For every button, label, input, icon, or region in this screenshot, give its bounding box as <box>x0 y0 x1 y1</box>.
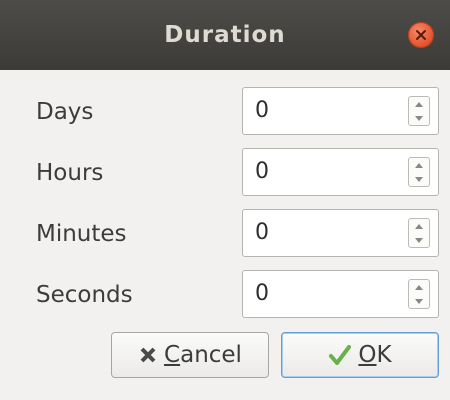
cancel-mnemonic: C <box>164 342 181 368</box>
checkmark-icon <box>329 345 352 365</box>
close-icon <box>416 30 426 40</box>
ok-label-rest: K <box>376 342 392 368</box>
seconds-value[interactable]: 0 <box>255 271 269 317</box>
ok-mnemonic: O <box>358 342 377 368</box>
minutes-label: Minutes <box>36 221 127 247</box>
hours-spin-buttons[interactable] <box>408 157 430 187</box>
cancel-label-rest: ancel <box>180 342 242 368</box>
hours-label: Hours <box>36 160 104 186</box>
days-spin-buttons[interactable] <box>408 96 430 126</box>
ok-button[interactable]: OK <box>281 332 439 378</box>
minutes-spinbox[interactable]: 0 <box>242 209 439 257</box>
minutes-spin-buttons[interactable] <box>408 218 430 248</box>
ok-button-label: OK <box>358 342 391 368</box>
days-row: Days 0 <box>0 87 450 137</box>
days-spinbox[interactable]: 0 <box>242 87 439 135</box>
close-button[interactable] <box>408 22 434 48</box>
hours-spinbox[interactable]: 0 <box>242 148 439 196</box>
days-value[interactable]: 0 <box>255 88 269 134</box>
chevron-up-icon[interactable] <box>413 160 425 172</box>
x-icon <box>140 347 156 363</box>
cancel-button-label: Cancel <box>164 342 242 368</box>
seconds-label: Seconds <box>36 282 133 308</box>
minutes-row: Minutes 0 <box>0 209 450 259</box>
title-bar[interactable]: Duration <box>0 0 450 70</box>
minutes-value[interactable]: 0 <box>255 210 269 256</box>
hours-row: Hours 0 <box>0 148 450 198</box>
seconds-spinbox[interactable]: 0 <box>242 270 439 318</box>
window-title: Duration <box>164 22 286 48</box>
chevron-up-icon[interactable] <box>413 282 425 294</box>
cancel-button[interactable]: Cancel <box>111 332 269 378</box>
seconds-spin-buttons[interactable] <box>408 279 430 309</box>
ok-button-content[interactable]: OK <box>282 333 438 377</box>
chevron-down-icon[interactable] <box>413 295 425 307</box>
chevron-up-icon[interactable] <box>413 221 425 233</box>
days-label: Days <box>36 99 94 125</box>
seconds-row: Seconds 0 <box>0 270 450 320</box>
hours-value[interactable]: 0 <box>255 149 269 195</box>
duration-dialog: Duration Days 0 Hours 0 Minutes 0 Second… <box>0 0 450 400</box>
chevron-down-icon[interactable] <box>413 234 425 246</box>
chevron-down-icon[interactable] <box>413 173 425 185</box>
chevron-down-icon[interactable] <box>413 112 425 124</box>
cancel-button-content[interactable]: Cancel <box>112 333 268 377</box>
chevron-up-icon[interactable] <box>413 99 425 111</box>
